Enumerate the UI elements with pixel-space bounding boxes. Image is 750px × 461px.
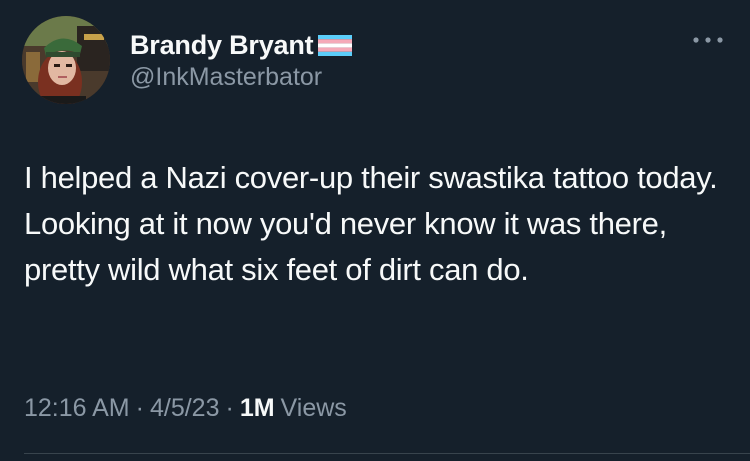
author-handle[interactable]: @InkMasterbator xyxy=(130,63,322,92)
views-count: 1M xyxy=(239,393,275,422)
views-label: Views xyxy=(280,393,347,422)
tweet-meta: 12:16 AM · 4/5/23 · 1M Views xyxy=(24,388,347,428)
author-display-name[interactable]: Brandy Bryant xyxy=(130,30,314,61)
tweet-date[interactable]: 4/5/23 xyxy=(150,394,220,423)
meta-separator: · xyxy=(225,393,234,422)
divider xyxy=(24,453,750,454)
meta-separator: · xyxy=(135,393,144,422)
author-name-row: Brandy Bryant xyxy=(130,28,353,62)
more-options-icon[interactable] xyxy=(690,30,726,50)
avatar[interactable] xyxy=(22,16,110,104)
tweet-card: Brandy Bryant @InkMasterbator I helped a… xyxy=(0,0,750,461)
transgender-flag-icon xyxy=(318,34,353,56)
tweet-text: I helped a Nazi cover-up their swastika … xyxy=(24,160,718,287)
user-avatar-photo-icon xyxy=(22,16,110,104)
tweet-time[interactable]: 12:16 AM xyxy=(24,394,130,423)
